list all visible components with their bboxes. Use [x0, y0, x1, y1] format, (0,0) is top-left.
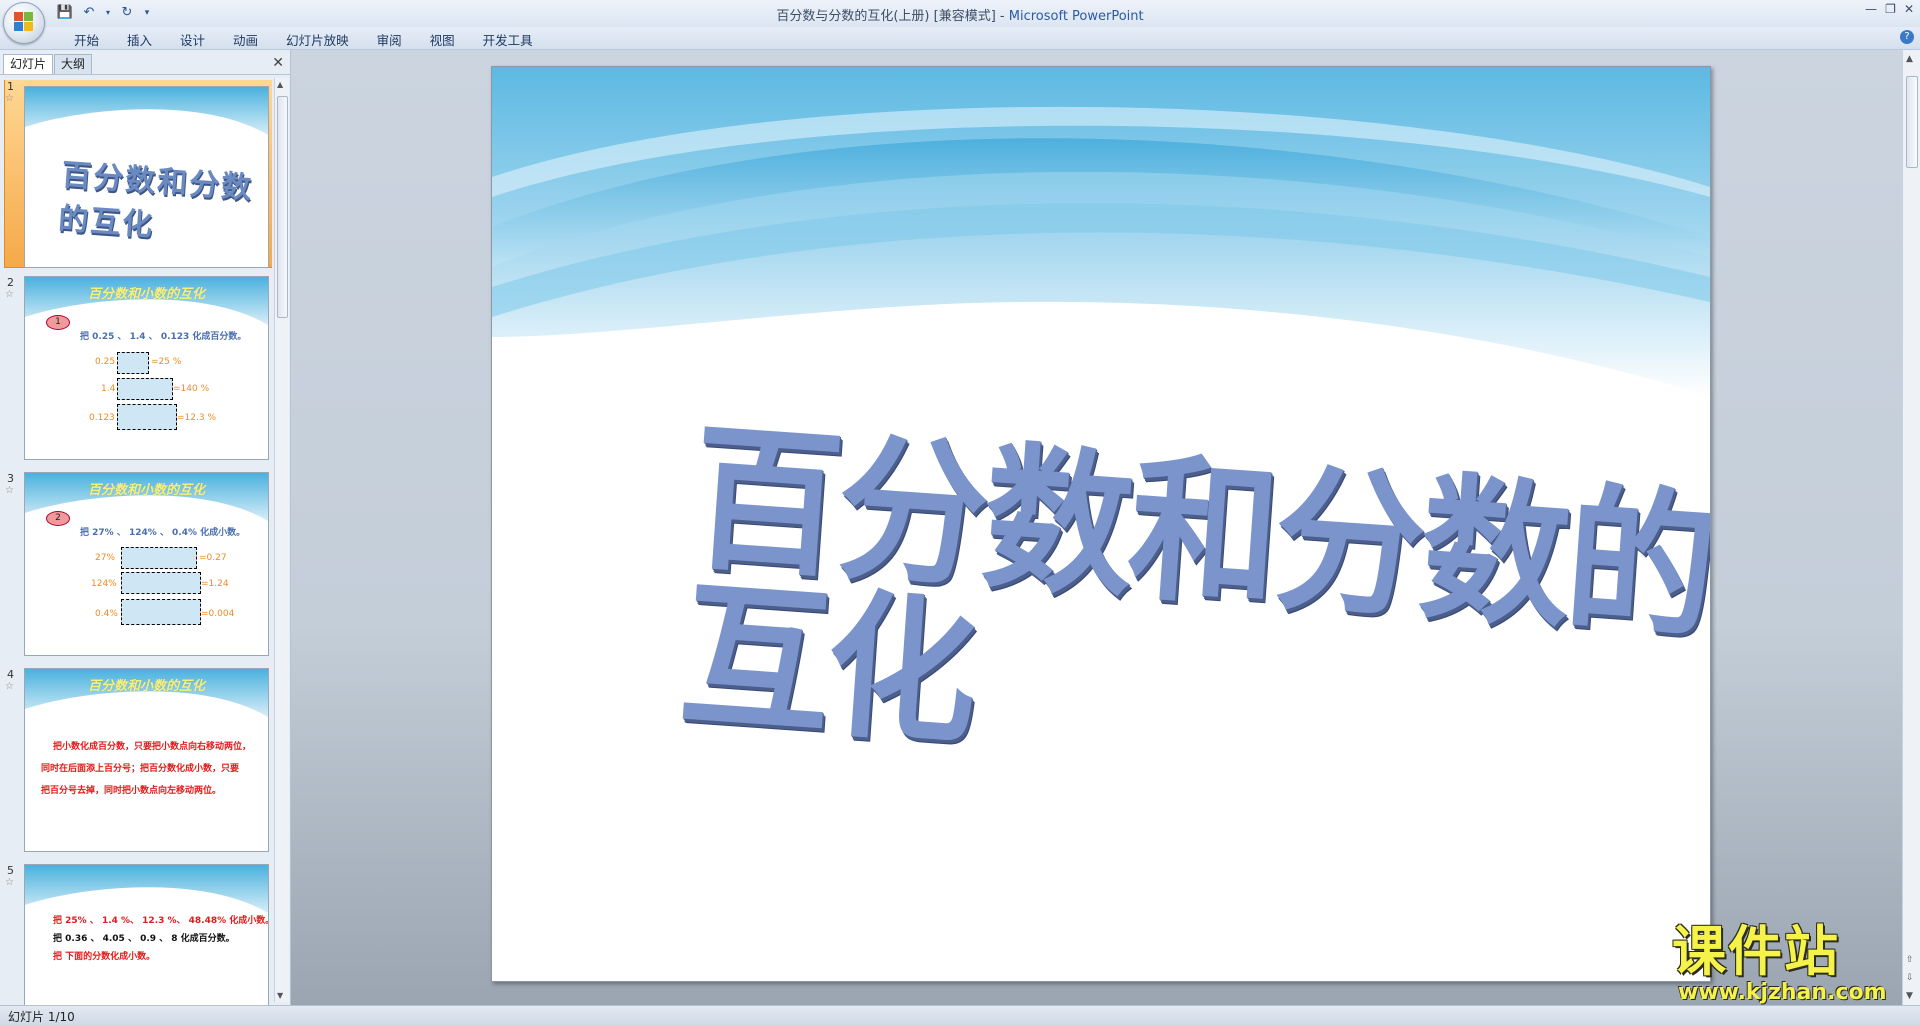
answer-box	[117, 404, 177, 430]
transition-icon: ☆	[5, 289, 14, 300]
tab-design[interactable]: 设计	[166, 30, 219, 49]
thumb-answer: =25 %	[151, 357, 182, 367]
close-icon[interactable]: ✕	[1904, 2, 1914, 16]
thumb-header: 百分数和小数的互化	[87, 679, 205, 694]
transition-icon: ☆	[5, 485, 14, 496]
thumb-text-line: 把百分号去掉，同时把小数点向左移动两位。	[41, 786, 222, 796]
watermark-logo: 课件站 www.kjzhan.com	[1672, 920, 1904, 1006]
scrollbar-thumb[interactable]	[1906, 76, 1918, 168]
pane-tabs: 幻灯片 大纲 ✕	[0, 54, 290, 75]
answer-box	[117, 378, 173, 400]
restore-icon[interactable]: ❐	[1885, 2, 1896, 16]
slide-preview: 把 25% 、 1.4 %、 12.3 %、 48.48% 化成小数。 把 0.…	[24, 864, 269, 1005]
scroll-up-icon[interactable]: ▲	[1906, 54, 1913, 64]
scroll-down-icon[interactable]: ▼	[1906, 991, 1913, 1001]
title-separator: -	[995, 9, 1009, 24]
title-bar: 💾 ↶ ▾ ↻ ▾ 百分数与分数的互化(上册) [兼容模式] - Microso…	[0, 0, 1920, 28]
tab-insert[interactable]: 插入	[113, 30, 166, 49]
slide-number: 2	[7, 276, 14, 289]
thumb-badge: 1	[46, 315, 70, 330]
scrollbar-thumb[interactable]	[277, 96, 288, 318]
thumb-header: 百分数和小数的互化	[87, 483, 205, 498]
thumb-value: 27%	[95, 553, 116, 563]
tab-animations[interactable]: 动画	[219, 30, 272, 49]
window-title: 百分数与分数的互化(上册) [兼容模式] - Microsoft PowerPo…	[0, 5, 1920, 24]
slide-number: 5	[7, 864, 14, 877]
slide-indicator: 幻灯片 1/10	[8, 1010, 75, 1024]
next-slide-icon[interactable]: ⇩	[1906, 973, 1914, 983]
slide-number: 3	[7, 472, 14, 485]
thumb-value: 0.123	[89, 413, 115, 423]
thumb-text-line: 把小数化成百分数，只要把小数点向右移动两位，	[53, 742, 252, 752]
help-icon[interactable]: ?	[1900, 30, 1914, 44]
thumb-instruction: 把 27% 、 124% 、 0.4% 化成小数。	[80, 528, 246, 538]
thumb-answer: =140 %	[173, 384, 210, 394]
tab-view[interactable]: 视图	[416, 30, 469, 49]
thumb-answer: =0.004	[201, 609, 235, 619]
tab-slides[interactable]: 幻灯片	[3, 54, 54, 74]
tab-developer[interactable]: 开发工具	[469, 30, 547, 49]
thumb-title: 百分数和分数的互化	[57, 157, 255, 244]
answer-box	[121, 599, 201, 625]
slide-preview: 百分数和小数的互化 把小数化成百分数，只要把小数点向右移动两位， 同时在后面添上…	[24, 668, 269, 852]
slide-preview: 百分数和小数的互化 2 把 27% 、 124% 、 0.4% 化成小数。 27…	[24, 472, 269, 656]
sky-background	[492, 67, 1710, 397]
transition-icon: ☆	[5, 93, 14, 104]
pane-close-icon[interactable]: ✕	[272, 55, 284, 71]
current-slide[interactable]: 百分数和分数的互化	[491, 66, 1711, 982]
document-title: 百分数与分数的互化(上册) [兼容模式]	[776, 9, 996, 24]
office-logo-icon	[14, 12, 34, 32]
thumb-text-line: 把 0.36 、 4.05 、 0.9 、 8 化成百分数。	[53, 934, 235, 944]
slide-preview: 百分数和分数的互化	[24, 86, 269, 268]
slide-preview: 百分数和小数的互化 1 把 0.25 、 1.4 、 0.123 化成百分数。 …	[24, 276, 269, 460]
thumb-instruction: 把 0.25 、 1.4 、 0.123 化成百分数。	[80, 332, 247, 342]
slide-thumbnails: 1 ☆ 百分数和分数的互化 2 ☆ 百分数和小数的互化 1 把 0.25 、 1…	[0, 80, 272, 1005]
thumb-badge: 2	[46, 511, 70, 526]
window-controls: — ❐ ✕	[1865, 2, 1914, 16]
watermark-name: 课件站	[1672, 920, 1840, 983]
previous-slide-icon[interactable]: ⇧	[1906, 955, 1914, 965]
answer-box	[121, 572, 201, 594]
office-button[interactable]	[3, 2, 45, 44]
answer-box	[121, 547, 197, 569]
thumb-text-line: 把 25% 、 1.4 %、 12.3 %、 48.48% 化成小数。	[53, 916, 269, 926]
slides-pane: 幻灯片 大纲 ✕ 1 ☆ 百分数和分数的互化 2 ☆ 百分数和小数的互化 1 把…	[0, 50, 291, 1005]
thumbnail-scrollbar[interactable]: ▲ ▼	[274, 78, 289, 1002]
thumb-header: 百分数和小数的互化	[87, 287, 205, 302]
thumb-answer: =1.24	[201, 579, 229, 589]
sky-background	[25, 87, 268, 135]
answer-box	[117, 352, 149, 374]
transition-icon: ☆	[5, 877, 14, 888]
thumb-value: 0.4%	[95, 609, 118, 619]
thumb-value: 1.4	[101, 384, 116, 394]
thumb-value: 124%	[91, 579, 117, 589]
slide-number: 1	[7, 80, 14, 93]
minimize-icon[interactable]: —	[1865, 2, 1877, 16]
scroll-up-icon[interactable]: ▲	[277, 80, 283, 89]
thumb-text-line: 同时在后面添上百分号；把百分数化成小数，只要	[41, 764, 240, 774]
slide-number: 4	[7, 668, 14, 681]
status-bar: 幻灯片 1/10	[0, 1005, 1920, 1026]
thumb-value: 0.25	[95, 357, 116, 367]
slide-title[interactable]: 百分数和分数的互化	[675, 407, 1710, 806]
thumb-text-line: 把 下面的分数化成小数。	[53, 952, 156, 962]
thumb-answer: =0.27	[199, 553, 227, 563]
tab-home[interactable]: 开始	[60, 30, 113, 49]
transition-icon: ☆	[5, 681, 14, 692]
tab-review[interactable]: 审阅	[363, 30, 416, 49]
scroll-down-icon[interactable]: ▼	[277, 991, 283, 1000]
thumb-answer: =12.3 %	[177, 413, 216, 423]
tab-slideshow[interactable]: 幻灯片放映	[272, 30, 363, 49]
app-name: Microsoft PowerPoint	[1008, 9, 1144, 24]
slide-edit-area: 百分数和分数的互化	[291, 50, 1902, 1005]
slide-scrollbar[interactable]: ▲ ⇧ ⇩ ▼	[1902, 50, 1920, 1005]
tab-outline[interactable]: 大纲	[54, 54, 93, 74]
ribbon-tabs: 开始 插入 设计 动画 幻灯片放映 审阅 视图 开发工具 ?	[0, 27, 1920, 50]
watermark-url: www.kjzhan.com	[1678, 980, 1887, 1005]
